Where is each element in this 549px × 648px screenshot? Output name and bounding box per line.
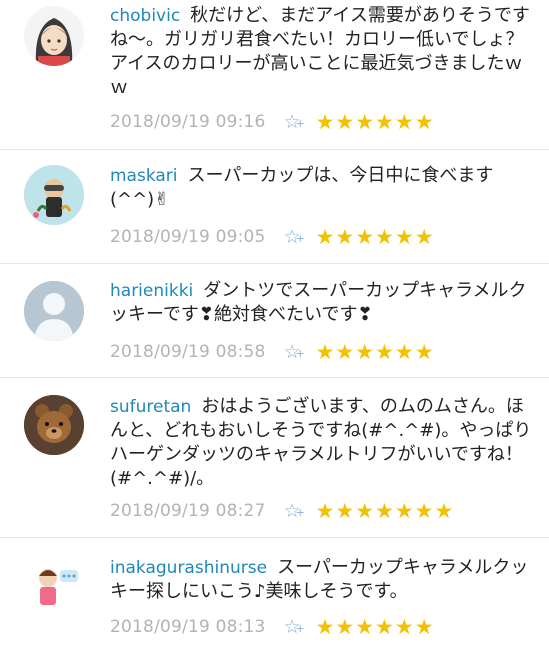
comment-meta: 2018/09/19 08:13 ☆ + ★★★★★★ (110, 615, 435, 639)
comment-item: inakagurashinurse スーパーカップキャラメルクッキー探しにいこう♪… (0, 538, 549, 648)
comment-meta: 2018/09/19 09:16 ☆ + ★★★★★★ (110, 110, 435, 134)
rating-stars: ★★★★★★★ (315, 499, 455, 523)
comment-item: chobivic 秋だけど、まだアイス需要がありそうですね～。ガリガリ君食べたい！… (0, 0, 549, 150)
star-outline-plus-icon[interactable]: ☆ + (284, 111, 310, 133)
timestamp: 2018/09/19 08:27 (110, 501, 266, 521)
star-outline-plus-icon[interactable]: ☆ + (284, 616, 310, 638)
rating-stars: ★★★★★★ (315, 110, 435, 134)
rating-stars: ★★★★★★ (315, 615, 435, 639)
comment-body: harienikki ダントツでスーパーカップキャラメルクッキーです❣絶対食べたい… (110, 279, 535, 327)
username-link[interactable]: chobivic (110, 6, 180, 26)
comment-body: maskari スーパーカップは、今日中に食べます(^^)✌ (110, 164, 535, 212)
comment-item: maskari スーパーカップは、今日中に食べます(^^)✌ 2018/09/19… (0, 150, 549, 264)
comment-list: chobivic 秋だけど、まだアイス需要がありそうですね～。ガリガリ君食べたい！… (0, 0, 549, 640)
username-link[interactable]: harienikki (110, 281, 193, 301)
avatar[interactable] (24, 556, 84, 616)
timestamp: 2018/09/19 08:58 (110, 342, 266, 362)
timestamp: 2018/09/19 09:05 (110, 227, 266, 247)
comment-meta: 2018/09/19 09:05 ☆ + ★★★★★★ (110, 225, 435, 249)
star-outline-plus-icon[interactable]: ☆ + (284, 226, 310, 248)
star-outline-plus-icon[interactable]: ☆ + (284, 500, 310, 522)
avatar[interactable] (24, 395, 84, 455)
avatar[interactable] (24, 281, 84, 341)
timestamp: 2018/09/19 09:16 (110, 112, 266, 132)
comment-body: chobivic 秋だけど、まだアイス需要がありそうですね～。ガリガリ君食べたい！… (110, 4, 535, 100)
username-link[interactable]: sufuretan (110, 397, 191, 417)
username-link[interactable]: maskari (110, 166, 178, 186)
comment-meta: 2018/09/19 08:27 ☆ + ★★★★★★★ (110, 499, 454, 523)
comment-meta: 2018/09/19 08:58 ☆ + ★★★★★★ (110, 340, 435, 364)
comment-body: inakagurashinurse スーパーカップキャラメルクッキー探しにいこう♪… (110, 556, 535, 604)
comment-item: harienikki ダントツでスーパーカップキャラメルクッキーです❣絶対食べたい… (0, 264, 549, 378)
avatar[interactable] (24, 165, 84, 225)
star-outline-plus-icon[interactable]: ☆ + (284, 341, 310, 363)
comment-item: sufuretan おはようございます、のムのムさん。ほんと、どれもおいしそうです… (0, 378, 549, 538)
comment-body: sufuretan おはようございます、のムのムさん。ほんと、どれもおいしそうです… (110, 395, 541, 491)
username-link[interactable]: inakagurashinurse (110, 558, 267, 578)
avatar[interactable] (24, 6, 84, 66)
rating-stars: ★★★★★★ (315, 340, 435, 364)
rating-stars: ★★★★★★ (315, 225, 435, 249)
timestamp: 2018/09/19 08:13 (110, 617, 266, 637)
